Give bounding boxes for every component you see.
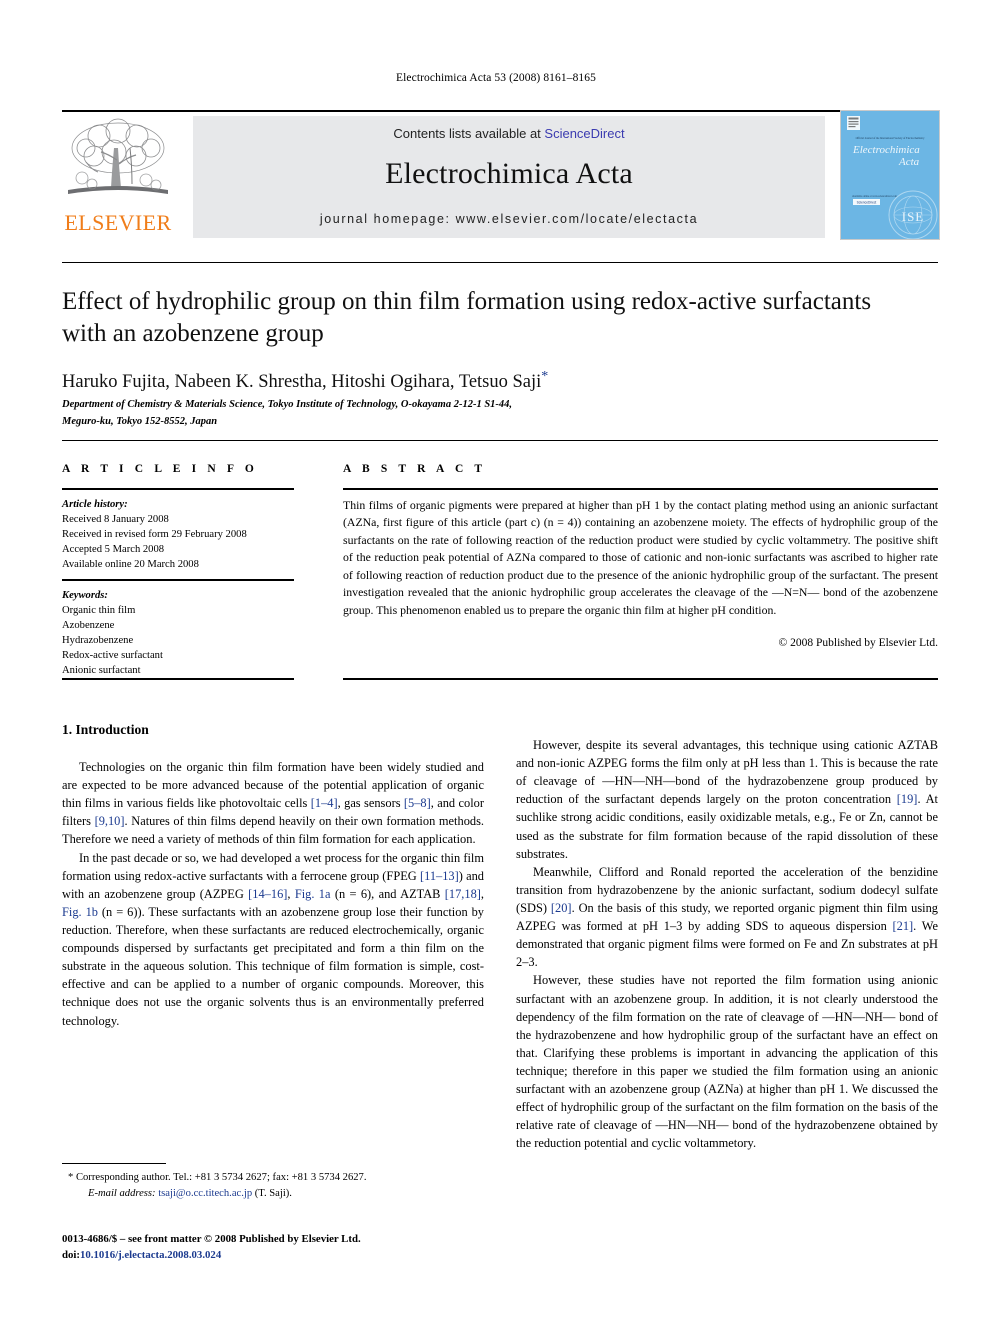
journal-title: Electrochimica Acta <box>385 157 633 190</box>
paragraph: However, these studies have not reported… <box>516 973 938 1151</box>
masthead-top-rule <box>62 110 938 113</box>
keyword-item: Organic thin film <box>62 605 136 617</box>
citation-link[interactable]: Fig. 1a <box>295 887 331 901</box>
contents-prefix: Contents lists available at <box>393 126 545 141</box>
keywords-label: Keywords: <box>62 590 108 601</box>
section-title-introduction: 1. Introduction <box>62 722 149 737</box>
paragraph: Technologies on the organic thin film fo… <box>62 760 485 847</box>
article-info-rule-bottom <box>62 678 294 680</box>
footnote-divider <box>62 1163 166 1165</box>
svg-text:ScienceDirect: ScienceDirect <box>857 200 877 204</box>
citation-link[interactable]: [14–16] <box>248 887 287 901</box>
citation-link[interactable]: [17,18] <box>445 887 481 901</box>
article-info-rule-top <box>62 488 294 490</box>
svg-text:ISE: ISE <box>902 209 925 224</box>
abstract-rule-bottom <box>343 678 938 680</box>
body-column-left: Technologies on the organic thin film fo… <box>62 758 484 1030</box>
affiliation-line-2: Meguro-ku, Tokyo 152-8552, Japan <box>62 416 218 428</box>
footnote-block: * Corresponding author. Tel.: +81 3 5734… <box>62 1170 482 1202</box>
abstract-heading: A B S T R A C T <box>343 463 487 475</box>
citation-link[interactable]: [5–8] <box>404 796 431 810</box>
article-history-item: Received in revised form 29 February 200… <box>62 529 247 541</box>
contents-lists-line: Contents lists available at ScienceDirec… <box>193 126 825 141</box>
affiliation: Department of Chemistry & Materials Scie… <box>62 396 762 431</box>
citation-link[interactable]: [9,10] <box>95 814 125 828</box>
doi-link[interactable]: 10.1016/j.electacta.2008.03.024 <box>80 1249 221 1261</box>
svg-text:Available online at www.scienc: Available online at www.sciencedirect.co… <box>852 195 897 198</box>
abstract-rule-top <box>343 488 938 490</box>
doi-label: doi: <box>62 1248 80 1261</box>
keyword-item: Redox-active surfactant <box>62 650 163 662</box>
corresponding-author-note: * Corresponding author. Tel.: +81 3 5734… <box>68 1172 367 1183</box>
elsevier-tree-icon <box>68 118 168 194</box>
section-divider <box>62 440 938 441</box>
abstract-text: Thin films of organic pigments were prep… <box>343 498 938 617</box>
affiliation-line-1: Department of Chemistry & Materials Scie… <box>62 399 513 410</box>
keyword-item: Hydrazobenzene <box>62 635 134 647</box>
article-history-item: Available online 20 March 2008 <box>62 559 199 571</box>
journal-cover-art: Official Journal of the International So… <box>841 111 939 239</box>
svg-text:Official Journal of the Intern: Official Journal of the International So… <box>856 137 925 140</box>
keyword-item: Anionic surfactant <box>62 665 141 677</box>
citation-link[interactable]: [11–13] <box>420 869 459 883</box>
elsevier-logo: ELSEVIER <box>62 116 174 238</box>
author-list: Haruko Fujita, Nabeen K. Shrestha, Hitos… <box>62 369 892 393</box>
citation-link[interactable]: [21] <box>893 919 914 933</box>
keywords-block: Keywords: Organic thin film Azobenzene H… <box>62 588 302 678</box>
journal-cover-thumbnail[interactable]: Official Journal of the International So… <box>840 110 940 240</box>
author-names: Haruko Fujita, Nabeen K. Shrestha, Hitos… <box>62 372 542 393</box>
citation-link[interactable]: [1–4] <box>311 796 338 810</box>
svg-text:Acta: Acta <box>898 156 920 168</box>
page-title: Effect of hydrophilic group on thin film… <box>62 288 872 347</box>
sciencedirect-link[interactable]: ScienceDirect <box>544 126 624 141</box>
journal-homepage-link[interactable]: journal homepage: www.elsevier.com/locat… <box>193 212 825 226</box>
body-column-right: However, despite its several advantages,… <box>516 736 938 1153</box>
imprint-block: 0013-4686/$ – see front matter © 2008 Pu… <box>62 1232 502 1263</box>
article-info-rule-middle <box>62 579 294 581</box>
email-link[interactable]: tsaji@o.cc.titech.ac.jp <box>158 1188 252 1199</box>
title-divider <box>62 262 938 263</box>
doi-line: doi:10.1016/j.electacta.2008.03.024 <box>62 1248 502 1264</box>
article-info-heading: A R T I C L E I N F O <box>62 463 258 475</box>
citation-link[interactable]: [19] <box>897 792 918 806</box>
paragraph: However, despite its several advantages,… <box>516 738 938 861</box>
email-note: E-mail address: tsaji@o.cc.titech.ac.jp … <box>62 1186 482 1202</box>
article-history: Article history: Received 8 January 2008… <box>62 497 302 572</box>
email-label: E-mail address: <box>88 1187 156 1199</box>
journal-article-page: Electrochimica Acta 53 (2008) 8161–8165 <box>0 0 992 1323</box>
running-head: Electrochimica Acta 53 (2008) 8161–8165 <box>396 72 596 84</box>
issn-front-matter: 0013-4686/$ – see front matter © 2008 Pu… <box>62 1233 361 1245</box>
elsevier-wordmark: ELSEVIER <box>64 210 172 235</box>
svg-text:Electrochimica: Electrochimica <box>852 144 920 156</box>
masthead-band: Contents lists available at ScienceDirec… <box>193 116 825 238</box>
citation-link[interactable]: [20] <box>551 901 572 915</box>
article-history-item: Accepted 5 March 2008 <box>62 544 165 556</box>
abstract-copyright: © 2008 Published by Elsevier Ltd. <box>778 637 938 649</box>
email-suffix: (T. Saji). <box>254 1187 292 1199</box>
journal-masthead: ELSEVIER Contents lists available at Sci… <box>62 110 940 240</box>
article-history-item: Received 8 January 2008 <box>62 514 169 526</box>
article-history-label: Article history: <box>62 499 128 510</box>
paragraph: In the past decade or so, we had develop… <box>62 850 485 1028</box>
citation-link[interactable]: Fig. 1b <box>62 905 98 919</box>
corresponding-author-marker: * <box>541 369 549 384</box>
keyword-item: Azobenzene <box>62 620 115 632</box>
paragraph: Meanwhile, Clifford and Ronald reported … <box>516 864 938 970</box>
